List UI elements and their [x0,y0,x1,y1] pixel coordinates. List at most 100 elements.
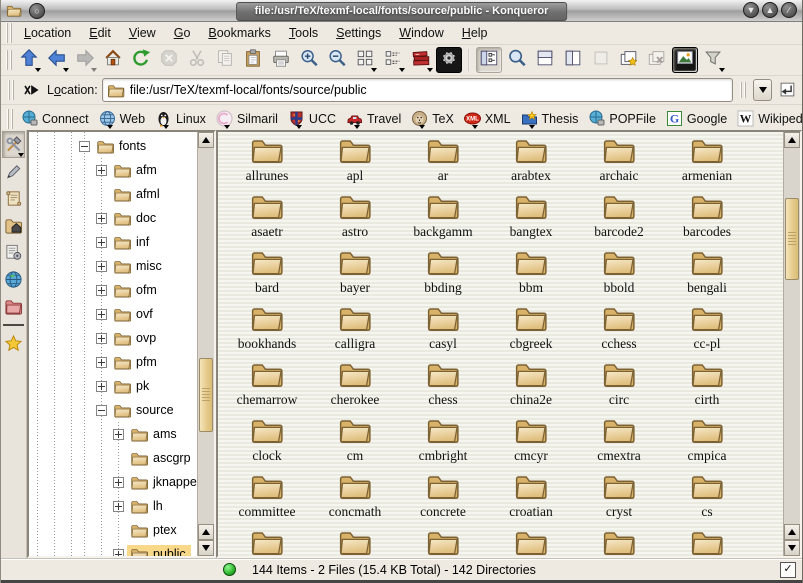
folder-item-cbgreek[interactable]: cbgreek [487,304,575,360]
folder-item-cm[interactable]: cm [311,416,399,472]
folder-item-concmath[interactable]: concmath [311,472,399,528]
tree-item-ovf[interactable]: ovf [29,302,197,326]
preview-button[interactable] [672,47,698,73]
combo-grip[interactable] [740,82,746,98]
tree-item-ofm[interactable]: ofm [29,278,197,302]
bookmark-thesis[interactable]: Thesis [516,108,584,129]
icon-view-button[interactable] [352,47,378,73]
tree-item-fonts[interactable]: fonts [29,134,197,158]
menu-help[interactable]: Help [453,24,497,42]
tree-item-pfm[interactable]: pfm [29,350,197,374]
folder-item-bangtex[interactable]: bangtex [487,192,575,248]
folder-item-cchess[interactable]: cchess [575,304,663,360]
tree-plus-expander-icon[interactable] [96,333,107,344]
sidebar-tab-red-folder[interactable] [2,293,25,320]
sidebar-tab-toolbox[interactable] [2,131,25,158]
tree-plus-expander-icon[interactable] [96,213,107,224]
folder-item-bengali[interactable]: bengali [663,248,751,304]
locationbar-grip[interactable] [8,80,14,100]
folder-item-concrete[interactable]: concrete [399,472,487,528]
folder-item-chess[interactable]: chess [399,360,487,416]
sidebar-tab-bookmarks-star[interactable] [2,330,25,357]
tree-item-public[interactable]: public [29,542,197,558]
folder-item-cherokee[interactable]: cherokee [311,360,399,416]
books-button[interactable] [408,47,434,73]
tree-minus-expander-icon[interactable] [79,141,90,152]
tree-minus-expander-icon[interactable] [96,405,107,416]
bookmark-google[interactable]: GGoogle [661,108,732,129]
main-scroll-up-button[interactable] [784,132,800,148]
filter-button[interactable] [700,47,726,73]
folder-item-cc-pl[interactable]: cc-pl [663,304,751,360]
print-button[interactable] [268,47,294,73]
tree-scroll-down-button[interactable] [198,540,214,556]
tree-plus-expander-icon[interactable] [96,309,107,320]
sticky-button[interactable]: ○ [29,3,45,19]
bookmark-wikipedia[interactable]: WWikipedia [732,108,803,129]
folder-item-china2e[interactable]: china2e [487,360,575,416]
close-button[interactable]: ∕ [781,2,797,18]
folder-item-clipped[interactable] [399,528,487,558]
sidebar-tab-home-folder[interactable] [2,212,25,239]
menu-edit[interactable]: Edit [80,24,120,42]
tree-item-ams[interactable]: ams [29,422,197,446]
maximize-button[interactable]: ▲ [762,2,778,18]
up-button[interactable] [16,47,42,73]
menu-window[interactable]: Window [390,24,452,42]
folder-item-cmextra[interactable]: cmextra [575,416,663,472]
gear-button[interactable] [436,47,462,73]
folder-item-astro[interactable]: astro [311,192,399,248]
bookmark-connect[interactable]: Connect [16,108,94,129]
sidebar-tab-history-scroll[interactable] [2,185,25,212]
bookmark-web[interactable]: Web [94,108,150,129]
bookmark-popfile[interactable]: POPFile [583,108,661,129]
location-input[interactable]: file:/usr/TeX/texmf-local/fonts/source/p… [102,78,733,102]
folder-item-ar[interactable]: ar [399,136,487,192]
folder-item-bookhands[interactable]: bookhands [223,304,311,360]
sidebar-tab-network-globe[interactable] [2,266,25,293]
folder-item-allrunes[interactable]: allrunes [223,136,311,192]
folder-item-clipped[interactable] [575,528,663,558]
folder-item-cmpica[interactable]: cmpica [663,416,751,472]
folder-item-apl[interactable]: apl [311,136,399,192]
tree-item-jknappen[interactable]: jknappen [29,470,197,494]
menu-tools[interactable]: Tools [280,24,327,42]
menu-go[interactable]: Go [165,24,200,42]
back-button[interactable] [44,47,70,73]
menu-settings[interactable]: Settings [327,24,390,42]
bookmark-tex[interactable]: TeX [406,108,459,129]
tree-item-source[interactable]: source [29,398,197,422]
tree-item-misc[interactable]: misc [29,254,197,278]
tree-item-afml[interactable]: afml [29,182,197,206]
go-button[interactable] [776,79,798,101]
folder-item-bbold[interactable]: bbold [575,248,663,304]
tree-plus-expander-icon[interactable] [96,261,107,272]
tree-item-ptex[interactable]: ptex [29,518,197,542]
folder-item-chemarrow[interactable]: chemarrow [223,360,311,416]
tree-plus-expander-icon[interactable] [96,237,107,248]
menu-location[interactable]: Location [15,24,80,42]
tree-scroll-up2-button[interactable] [198,524,214,540]
new-tab-button[interactable] [616,47,642,73]
folder-item-clipped[interactable] [311,528,399,558]
list-view-button[interactable] [380,47,406,73]
home-button[interactable] [100,47,126,73]
tree-item-doc[interactable]: doc [29,206,197,230]
tree-scroll-thumb[interactable] [199,358,213,432]
folder-item-asaetr[interactable]: asaetr [223,192,311,248]
folder-item-cirth[interactable]: cirth [663,360,751,416]
sidebar-tab-services[interactable] [2,239,25,266]
tree-plus-expander-icon[interactable] [113,501,124,512]
tree-plus-expander-icon[interactable] [113,477,124,488]
minimize-button[interactable]: ▼ [743,2,759,18]
tree-item-pk[interactable]: pk [29,374,197,398]
folder-item-clipped[interactable] [487,528,575,558]
bookmark-linux[interactable]: Linux [150,108,211,129]
tree-plus-expander-icon[interactable] [96,357,107,368]
bookmarkbar-grip[interactable] [7,109,13,129]
tree-item-lh[interactable]: lh [29,494,197,518]
menu-bookmarks[interactable]: Bookmarks [199,24,280,42]
title-bar[interactable]: ○ file:/usr/TeX/texmf-local/fonts/source… [1,0,802,22]
tree-scroll-up-button[interactable] [198,132,214,148]
bookmark-travel[interactable]: Travel [341,108,406,129]
